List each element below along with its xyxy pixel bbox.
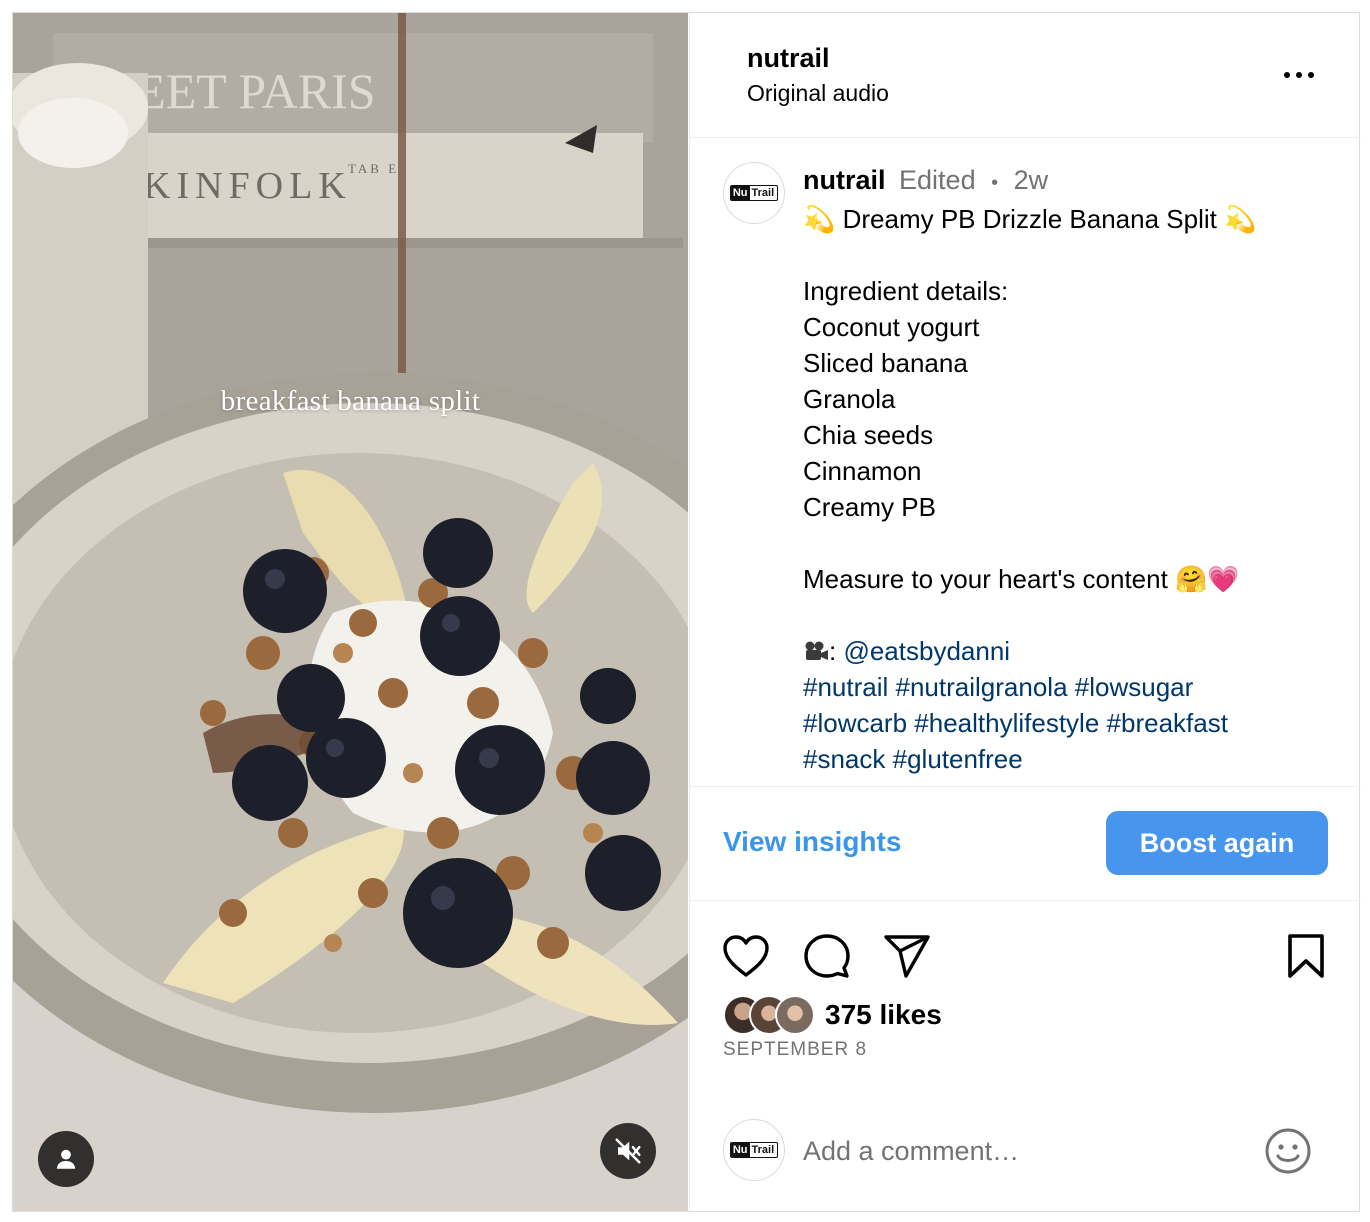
emoji-picker-button[interactable] <box>1264 1127 1312 1175</box>
caption-section: Nu Trail nutrail Edited • 2w 💫 Dreamy PB … <box>690 139 1361 787</box>
comment-bubble-icon <box>804 934 850 978</box>
hashtag-link[interactable]: #nutrailgranola <box>896 672 1068 702</box>
bookmark-icon <box>1288 934 1324 978</box>
video-overlay-caption: breakfast banana split <box>220 385 481 417</box>
post-age[interactable]: 2w <box>1014 165 1049 195</box>
avatar[interactable]: Nu Trail <box>723 162 785 224</box>
caption-line: Chia seeds <box>803 420 934 450</box>
hashtag-link[interactable]: #nutrail <box>803 672 888 702</box>
more-options-button[interactable] <box>1284 65 1324 85</box>
author-username[interactable]: nutrail <box>747 43 830 74</box>
like-button[interactable] <box>720 930 772 982</box>
post-video[interactable]: WEET PARIS KINFOLK TAB E breakfast banan… <box>13 13 688 1211</box>
post-details-panel: nutrail Original audio Nu Trail nutrail E… <box>689 13 1361 1211</box>
comment-composer: Nu Trail <box>690 1113 1361 1193</box>
mute-toggle-button[interactable] <box>600 1123 656 1179</box>
caption-line: Measure to your heart's content 🤗💗 <box>803 564 1240 594</box>
more-dot <box>1296 72 1302 78</box>
caption-line: Cinnamon <box>803 456 922 486</box>
caption-username[interactable]: nutrail <box>803 165 886 195</box>
post-date: SEPTEMBER 8 <box>723 1039 868 1060</box>
heart-icon <box>723 935 769 977</box>
boost-again-button[interactable]: Boost again <box>1106 811 1328 875</box>
logo-part-nu: Nu <box>730 1143 750 1157</box>
hashtag-link[interactable]: #lowcarb <box>803 708 907 738</box>
audio-label[interactable]: Original audio <box>747 80 889 107</box>
logo-part-trail: Trail <box>751 1144 775 1156</box>
liker-avatar <box>775 995 815 1035</box>
caption-line: 💫 Dreamy PB Drizzle Banana Split 💫 <box>803 204 1257 234</box>
caption-line: Coconut yogurt <box>803 312 980 342</box>
hashtag-link[interactable]: #healthylifestyle <box>914 708 1099 738</box>
hashtag-link[interactable]: #breakfast <box>1107 708 1228 738</box>
likes-count[interactable]: 375 likes <box>825 999 942 1031</box>
hashtag-line: #nutrail #nutrailgranola #lowsugar <box>803 669 1343 705</box>
hashtag-line: #lowcarb #healthylifestyle #breakfast <box>803 705 1343 741</box>
more-dot <box>1308 72 1314 78</box>
user-tag-icon <box>56 1149 76 1169</box>
post-header: nutrail Original audio <box>690 13 1361 138</box>
book-title-3: TAB E <box>348 161 399 176</box>
mention-link[interactable]: @eatsbydanni <box>843 636 1010 666</box>
nutrail-logo: Nu Trail <box>729 1142 779 1158</box>
credit-line: : @eatsbydanni <box>803 633 1343 669</box>
book-title-2: KINFOLK <box>143 165 352 207</box>
caption-header: nutrail Edited • 2w <box>803 165 1048 196</box>
movie-camera-icon <box>805 641 828 660</box>
insights-row: View insights Boost again <box>690 788 1361 901</box>
logo-part-trail: Trail <box>751 187 775 199</box>
comment-button[interactable] <box>801 930 853 982</box>
post-modal: WEET PARIS KINFOLK TAB E breakfast banan… <box>12 12 1361 1212</box>
caption-line <box>803 237 1343 273</box>
hashtag-link[interactable]: #lowsugar <box>1075 672 1194 702</box>
view-insights-link[interactable]: View insights <box>723 826 901 858</box>
food-photo: WEET PARIS KINFOLK TAB E <box>13 13 688 1211</box>
save-button[interactable] <box>1280 930 1332 982</box>
hashtag-line: #snack #glutenfree <box>803 741 1343 777</box>
caption-line <box>803 525 1343 561</box>
engagement-icons <box>690 902 1361 1002</box>
tagged-users-button[interactable] <box>38 1131 94 1187</box>
caption-line: Creamy PB <box>803 492 936 522</box>
muted-speaker-icon <box>615 1138 641 1164</box>
credit-prefix: : <box>829 636 844 666</box>
edited-label: Edited <box>899 165 976 195</box>
comment-input[interactable] <box>803 1131 1223 1171</box>
avatar: Nu Trail <box>723 1119 785 1181</box>
likes-summary[interactable]: 375 likes <box>723 995 942 1035</box>
paper-plane-icon <box>884 935 930 978</box>
separator-dot: • <box>991 172 999 194</box>
caption-line: Ingredient details: <box>803 276 1009 306</box>
logo-part-nu: Nu <box>730 186 750 200</box>
more-options-icon <box>1284 72 1290 78</box>
nutrail-logo: Nu Trail <box>729 185 779 201</box>
caption-line: Sliced banana <box>803 348 968 378</box>
smiley-icon <box>1265 1128 1311 1174</box>
caption-text: 💫 Dreamy PB Drizzle Banana Split 💫 Ingre… <box>803 201 1343 777</box>
caption-line: Granola <box>803 384 896 414</box>
share-button[interactable] <box>881 930 933 982</box>
caption-line <box>803 597 1343 633</box>
hashtag-link[interactable]: #snack <box>803 744 885 774</box>
hashtag-link[interactable]: #glutenfree <box>893 744 1023 774</box>
